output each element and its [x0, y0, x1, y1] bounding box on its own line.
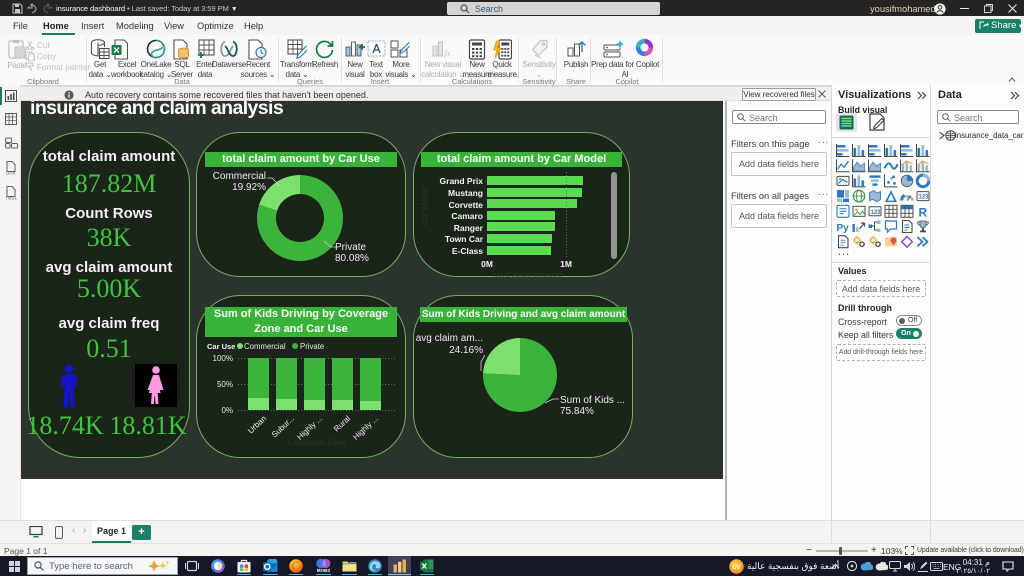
svg-text:fx: fx: [444, 48, 451, 58]
svg-text:TMDL: TMDL: [6, 196, 18, 201]
svg-text:UV: UV: [732, 565, 740, 571]
svg-text:DAX: DAX: [6, 171, 15, 176]
